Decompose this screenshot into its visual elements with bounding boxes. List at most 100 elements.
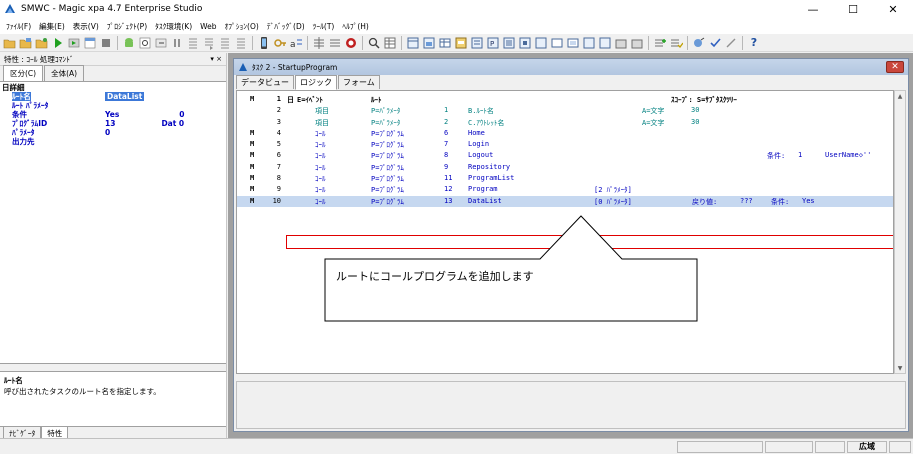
prop-value[interactable]: DataList: [105, 92, 145, 101]
helps-icon[interactable]: [534, 36, 548, 50]
window-icon[interactable]: [83, 36, 97, 50]
table-icon[interactable]: [438, 36, 452, 50]
insert-line-icon[interactable]: [312, 36, 326, 50]
add-row-icon[interactable]: [653, 36, 667, 50]
tab-category[interactable]: 区分(C): [3, 65, 44, 81]
logic-row[interactable]: M 4 ｺｰﾙ P=ﾌﾟﾛｸﾞﾗﾑ 6 Home: [237, 128, 893, 139]
record-icon[interactable]: [344, 36, 358, 50]
op-kind: ｺｰﾙ: [315, 186, 326, 195]
prop-subvalue[interactable]: 0: [179, 110, 184, 119]
subform-icon[interactable]: [566, 36, 580, 50]
op-type: P=ﾌﾟﾛｸﾞﾗﾑ: [371, 141, 404, 150]
menu-web[interactable]: Web: [196, 22, 220, 31]
scroll-down-icon[interactable]: ▼: [895, 363, 905, 373]
menu-file[interactable]: ﾌｧｲﾙ(F): [2, 21, 35, 32]
find-icon[interactable]: [367, 36, 381, 50]
task-close-button[interactable]: ✕: [886, 61, 904, 73]
prop-row-destination[interactable]: 出力先: [0, 137, 226, 146]
svg-text:P: P: [490, 40, 494, 48]
key-icon[interactable]: [273, 36, 287, 50]
breakpoint-list-icon[interactable]: [234, 36, 248, 50]
logic-row[interactable]: 3 項目 P=ﾊﾟﾗﾒｰﾀ 2 C.ｱｳﾄﾚｯﾄ名 A=文字 30: [237, 117, 893, 128]
tab-all[interactable]: 全体(A): [44, 65, 85, 81]
prop-value[interactable]: 13: [105, 119, 115, 128]
tree-toggle-icon[interactable]: 日: [287, 95, 294, 105]
step-out-icon[interactable]: [218, 36, 232, 50]
logic-header-row[interactable]: M 1 日 E=ｲﾍﾞﾝﾄ ﾙｰﾄ ｽｺｰﾌﾟ: S=ｻﾌﾞﾀｽｸﾂﾘｰ: [237, 94, 893, 105]
help-icon[interactable]: ?: [747, 36, 761, 50]
component-icon[interactable]: [518, 36, 532, 50]
program-icon[interactable]: [454, 36, 468, 50]
logic-row[interactable]: M 8 ｺｰﾙ P=ﾌﾟﾛｸﾞﾗﾑ 11 ProgramList: [237, 173, 893, 184]
logic-row[interactable]: M 5 ｺｰﾙ P=ﾌﾟﾛｸﾞﾗﾑ 7 Login: [237, 139, 893, 150]
logic-row[interactable]: M 6 ｺｰﾙ P=ﾌﾟﾛｸﾞﾗﾑ 8 Logout 条件: 1 UserNam…: [237, 150, 893, 161]
step-over-icon[interactable]: [202, 36, 216, 50]
description-text: 呼び出されたタスクのルート名を指定します。: [4, 387, 161, 396]
maximize-button[interactable]: ☐: [833, 0, 873, 18]
toolbar: a P ?: [0, 34, 913, 52]
save-icon[interactable]: [35, 36, 49, 50]
menu-edit[interactable]: 編集(E): [35, 21, 69, 32]
pause-icon[interactable]: [170, 36, 184, 50]
prop-subvalue[interactable]: Dat 0: [161, 119, 184, 128]
callout-text: ルートにコールプログラムを追加します: [336, 270, 534, 283]
tab-form[interactable]: フォーム: [338, 75, 380, 89]
form-icon[interactable]: [550, 36, 564, 50]
delete-line-icon[interactable]: [328, 36, 342, 50]
deploy-icon[interactable]: [692, 36, 706, 50]
menu-help[interactable]: ﾍﾙﾌﾟ(H): [338, 21, 373, 32]
open-folder-icon[interactable]: [3, 36, 17, 50]
help-screen-icon[interactable]: [470, 36, 484, 50]
model-icon[interactable]: [422, 36, 436, 50]
archive-icon[interactable]: [614, 36, 628, 50]
task-window-titlebar[interactable]: ﾀｽｸ 2 - StartupProgram ✕: [234, 59, 908, 75]
build-icon[interactable]: [138, 36, 152, 50]
menu-view[interactable]: 表示(V): [69, 21, 103, 32]
row-marker: M: [250, 140, 255, 149]
row-marker: M: [250, 162, 255, 171]
prop-value[interactable]: 0: [105, 128, 226, 137]
line-number: 7: [276, 162, 281, 171]
data-view-icon[interactable]: [406, 36, 420, 50]
menu-task[interactable]: ﾀｽｸ環境(K): [151, 21, 196, 32]
settings-list-icon[interactable]: [630, 36, 644, 50]
run-icon[interactable]: [51, 36, 65, 50]
op-condition-value: 1: [798, 151, 803, 160]
export-icon[interactable]: [154, 36, 168, 50]
check-list-icon[interactable]: [669, 36, 683, 50]
rights-icon[interactable]: P: [486, 36, 500, 50]
vertical-scrollbar[interactable]: ▲ ▼: [894, 90, 906, 374]
tab-logic[interactable]: ロジック: [295, 75, 337, 90]
menu-options[interactable]: ｵﾌﾟｼｮﾝ(O): [221, 21, 263, 32]
logic-row[interactable]: M 7 ｺｰﾙ P=ﾌﾟﾛｸﾞﾗﾑ 9 Repository: [237, 162, 893, 173]
folder-tree-icon[interactable]: [582, 36, 596, 50]
panel-menu-icon[interactable]: ▾ ×: [210, 55, 222, 63]
menu-debug[interactable]: ﾃﾞﾊﾞｯｸﾞ(D): [263, 21, 309, 32]
open-project-icon[interactable]: [19, 36, 33, 50]
line-number: 5: [276, 140, 281, 149]
step-into-icon[interactable]: [186, 36, 200, 50]
menu-tools[interactable]: ﾂｰﾙ(T): [309, 21, 339, 32]
wand-icon[interactable]: [724, 36, 738, 50]
tab-data-view[interactable]: データビュー: [236, 75, 294, 89]
stop-icon[interactable]: [99, 36, 113, 50]
phone-icon[interactable]: [257, 36, 271, 50]
logic-editor[interactable]: M 1 日 E=ｲﾍﾞﾝﾄ ﾙｰﾄ ｽｺｰﾌﾟ: S=ｻﾌﾞﾀｽｸﾂﾘｰ 2 項…: [236, 90, 894, 374]
logic-row-selected[interactable]: M 10 ｺｰﾙ P=ﾌﾟﾛｸﾞﾗﾑ 13 DataList [0 ﾊﾟﾗﾒｰﾀ…: [237, 195, 893, 207]
prop-value[interactable]: Yes: [105, 110, 119, 119]
text-replace-icon[interactable]: a: [289, 36, 303, 50]
menu-project[interactable]: ﾌﾟﾛｼﾞｪｸﾄ(P): [103, 21, 151, 32]
toolbar-separator: [742, 35, 743, 50]
grid-icon[interactable]: [383, 36, 397, 50]
line-number: 6: [276, 151, 281, 160]
tools-icon[interactable]: [598, 36, 612, 50]
checkmark-icon[interactable]: [708, 36, 722, 50]
minimize-button[interactable]: —: [793, 0, 833, 18]
menu-icon[interactable]: [502, 36, 516, 50]
android-icon[interactable]: [122, 36, 136, 50]
close-button[interactable]: ✕: [873, 0, 913, 18]
scroll-up-icon[interactable]: ▲: [895, 91, 905, 101]
run-task-icon[interactable]: [67, 36, 81, 50]
logic-row[interactable]: 2 項目 P=ﾊﾟﾗﾒｰﾀ 1 B.ﾙｰﾄ名 A=文字 30: [237, 105, 893, 116]
logic-row[interactable]: M 9 ｺｰﾙ P=ﾌﾟﾛｸﾞﾗﾑ 12 Program [2 ﾊﾟﾗﾒｰﾀ]: [237, 184, 893, 195]
